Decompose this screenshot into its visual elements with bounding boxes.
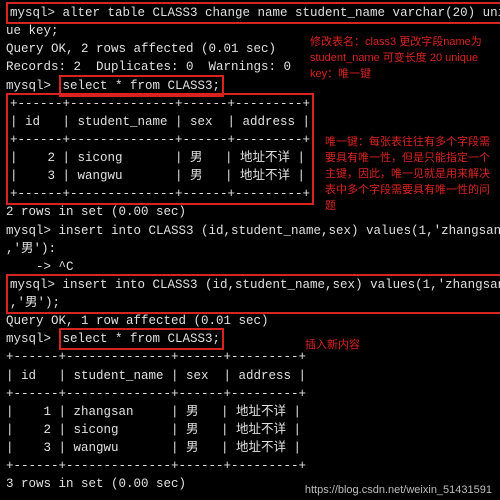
watermark-url: https://blog.csdn.net/weixin_51431591 (305, 484, 492, 496)
cmd-select-2: mysql> select * from CLASS3; (6, 330, 494, 348)
table2-sep2: +------+--------------+------+---------+ (6, 385, 494, 403)
table1-sep3: +------+--------------+------+---------+ (10, 185, 310, 203)
cmd-alter-line1: mysql> alter table CLASS3 change name st… (6, 4, 494, 22)
table2-row1: | 1 | zhangsan | 男 | 地址不详 | (6, 403, 494, 421)
highlight-box-alter: mysql> alter table CLASS3 change name st… (6, 2, 500, 24)
table1-sep2: +------+--------------+------+---------+ (10, 131, 310, 149)
table1-head: | id | student_name | sex | address | (10, 113, 310, 131)
highlight-box-insert: mysql> insert into CLASS3 (id,student_na… (6, 274, 500, 314)
cmd-insert-fail2: ,'男'): (6, 240, 494, 258)
table2-sep3: +------+--------------+------+---------+ (6, 457, 494, 475)
cmd-insert-fail1: mysql> insert into CLASS3 (id,student_na… (6, 222, 494, 240)
table1-sep: +------+--------------+------+---------+ (10, 95, 310, 113)
cmd-insert-ok1: mysql> insert into CLASS3 (id,student_na… (10, 276, 500, 294)
table2-sep: +------+--------------+------+---------+ (6, 348, 494, 366)
table1-row2: | 3 | wangwu | 男 | 地址不详 | (10, 167, 310, 185)
highlight-box-table1: +------+--------------+------+---------+… (6, 93, 314, 206)
annotation-2: 唯一键：每张表往往有多个字段需要具有唯一性，但是只能指定一个主键，因此，唯一见就… (325, 135, 500, 215)
table2-row3: | 3 | wangwu | 男 | 地址不详 | (6, 439, 494, 457)
table2-head: | id | student_name | sex | address | (6, 367, 494, 385)
table2-row2: | 2 | sicong | 男 | 地址不详 | (6, 421, 494, 439)
highlight-box-select1: select * from CLASS3; (59, 75, 225, 97)
annotation-3: 插入新内容 (305, 338, 360, 354)
annotation-1: 修改表名：class3 更改字段name为 student_name 可变长度 … (310, 35, 485, 83)
table1-row1: | 2 | sicong | 男 | 地址不详 | (10, 149, 310, 167)
cmd-insert-ok2: ,'男'); (10, 294, 500, 312)
highlight-box-select2: select * from CLASS3; (59, 328, 225, 350)
